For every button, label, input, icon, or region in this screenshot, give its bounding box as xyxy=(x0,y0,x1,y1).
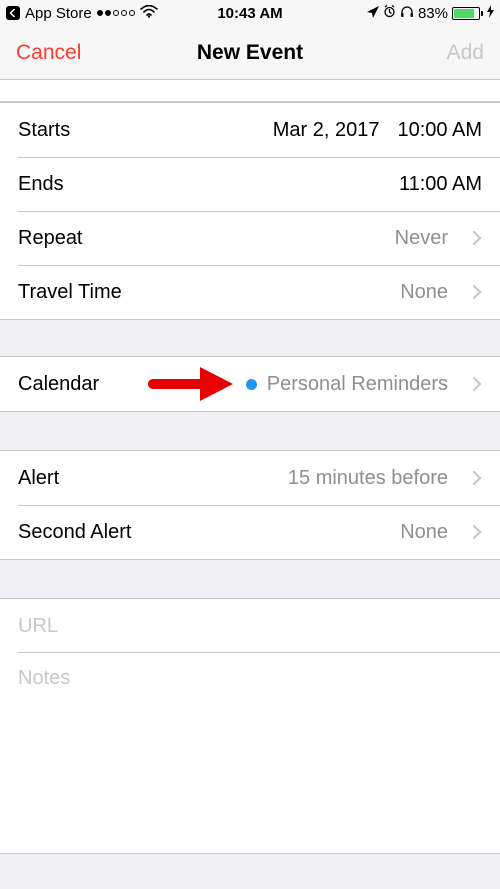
alert-value: 15 minutes before xyxy=(288,467,448,490)
url-notes-group: URL Notes xyxy=(0,598,500,854)
travel-time-label: Travel Time xyxy=(18,281,122,304)
status-left: App Store xyxy=(6,5,217,22)
ends-time: 11:00 AM xyxy=(399,173,482,196)
previous-section-peek xyxy=(0,80,500,102)
signal-dots-icon xyxy=(97,10,135,16)
location-icon xyxy=(367,5,379,22)
second-alert-value: None xyxy=(400,521,448,544)
alert-row[interactable]: Alert 15 minutes before xyxy=(0,451,500,505)
chevron-right-icon xyxy=(472,284,482,300)
back-to-app-label[interactable]: App Store xyxy=(25,5,92,22)
chevron-right-icon xyxy=(472,230,482,246)
alert-label: Alert xyxy=(18,467,59,490)
travel-time-value: None xyxy=(400,281,448,304)
calendar-row[interactable]: Calendar Personal Reminders xyxy=(0,357,500,411)
ends-label: Ends xyxy=(18,173,64,196)
starts-row[interactable]: Starts Mar 2, 2017 10:00 AM xyxy=(0,103,500,157)
add-button[interactable]: Add xyxy=(447,41,484,65)
back-to-app-icon[interactable] xyxy=(6,6,20,20)
repeat-label: Repeat xyxy=(18,227,83,250)
url-placeholder: URL xyxy=(18,615,58,638)
starts-label: Starts xyxy=(18,119,70,142)
wifi-icon xyxy=(140,5,158,22)
bottom-spacer xyxy=(0,853,500,889)
cancel-button[interactable]: Cancel xyxy=(16,41,81,65)
travel-time-row[interactable]: Travel Time None xyxy=(0,265,500,319)
battery-icon xyxy=(452,7,483,20)
ends-row[interactable]: Ends 11:00 AM xyxy=(0,157,500,211)
nav-bar: Cancel New Event Add xyxy=(0,26,500,80)
starts-time: 10:00 AM xyxy=(397,119,482,142)
page-title: New Event xyxy=(197,41,303,65)
chevron-right-icon xyxy=(472,470,482,486)
url-field[interactable]: URL xyxy=(0,599,500,653)
alarm-icon xyxy=(383,5,396,22)
chevron-right-icon xyxy=(472,376,482,392)
second-alert-label: Second Alert xyxy=(18,521,131,544)
repeat-value: Never xyxy=(395,227,448,250)
second-alert-row[interactable]: Second Alert None xyxy=(0,505,500,559)
repeat-row[interactable]: Repeat Never xyxy=(0,211,500,265)
calendar-label: Calendar xyxy=(18,373,99,396)
calendar-value: Personal Reminders xyxy=(267,373,448,396)
dates-group: Starts Mar 2, 2017 10:00 AM Ends 11:00 A… xyxy=(0,102,500,320)
status-bar: App Store 10:43 AM 83% xyxy=(0,0,500,26)
charging-icon xyxy=(487,5,494,22)
starts-date: Mar 2, 2017 xyxy=(273,119,380,142)
status-time: 10:43 AM xyxy=(217,5,282,22)
notes-placeholder: Notes xyxy=(18,667,70,689)
headphones-icon xyxy=(400,5,414,22)
alert-group: Alert 15 minutes before Second Alert Non… xyxy=(0,450,500,560)
notes-field[interactable]: Notes xyxy=(0,653,500,853)
chevron-right-icon xyxy=(472,524,482,540)
calendar-group: Calendar Personal Reminders xyxy=(0,356,500,412)
status-right: 83% xyxy=(283,5,494,22)
battery-pct: 83% xyxy=(418,5,448,22)
calendar-color-dot-icon xyxy=(246,379,257,390)
